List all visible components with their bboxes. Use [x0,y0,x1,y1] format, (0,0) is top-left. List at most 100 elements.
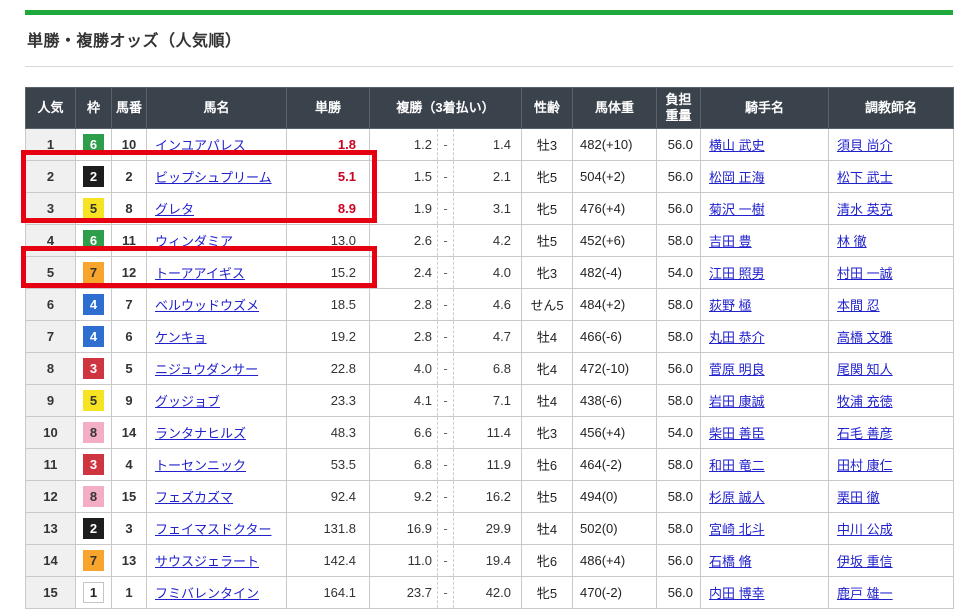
horse-link[interactable]: ビップシュプリーム [155,170,272,185]
frame-cell: 8 [76,481,112,513]
carried-weight: 58.0 [657,513,701,545]
horse-link[interactable]: ケンキョ [155,330,207,345]
horse-name-cell: ウィンダミア [147,225,287,257]
table-row: 4611ウィンダミア13.02.6-4.2牡5452(+6)58.0吉田 豊林 … [26,225,954,257]
trainer-link[interactable]: 村田 一誠 [837,266,893,281]
horse-link[interactable]: ウィンダミア [155,234,233,249]
horse-link[interactable]: インユアパレス [155,138,246,153]
trainer-link[interactable]: 栗田 徹 [837,490,880,505]
horse-weight: 466(-6) [573,321,657,353]
win-odds: 13.0 [287,225,370,257]
place-odds-high: 11.4 [454,417,522,449]
horse-link[interactable]: トーセンニック [155,458,246,473]
place-odds-high: 19.4 [454,545,522,577]
trainer-link[interactable]: 林 徹 [837,234,867,249]
trainer-link[interactable]: 牧浦 充徳 [837,394,893,409]
jockey-link[interactable]: 和田 竜二 [709,458,765,473]
carried-weight: 58.0 [657,481,701,513]
jockey-link[interactable]: 菅原 明良 [709,362,765,377]
jockey-link[interactable]: 石橋 脩 [709,554,752,569]
horse-link[interactable]: グレタ [155,202,194,217]
header-sex-age: 性齢 [522,88,573,129]
horse-link[interactable]: グッジョブ [155,394,220,409]
jockey-link[interactable]: 横山 武史 [709,138,765,153]
trainer-link[interactable]: 須貝 尚介 [837,138,893,153]
jockey-link[interactable]: 杉原 誠人 [709,490,765,505]
jockey-cell: 江田 照男 [701,257,829,289]
jockey-cell: 吉田 豊 [701,225,829,257]
horse-name-cell: インユアパレス [147,129,287,161]
horse-link[interactable]: ニジュウダンサー [155,362,258,377]
place-odds-low: 2.8 [370,289,438,321]
header-place-odds: 複勝（3着払い） [370,88,522,129]
place-odds-high: 4.7 [454,321,522,353]
frame-cell: 6 [76,225,112,257]
carried-weight: 58.0 [657,225,701,257]
jockey-cell: 内田 博幸 [701,577,829,609]
frame-badge: 3 [83,358,104,379]
place-odds-low: 1.9 [370,193,438,225]
trainer-link[interactable]: 尾関 知人 [837,362,893,377]
horse-weight: 484(+2) [573,289,657,321]
horse-link[interactable]: ベルウッドウズメ [155,298,259,313]
horse-weight: 472(-10) [573,353,657,385]
trainer-link[interactable]: 中川 公成 [837,522,893,537]
rank: 2 [26,161,76,193]
trainer-cell: 中川 公成 [829,513,954,545]
trainer-link[interactable]: 本間 忍 [837,298,880,313]
page-title: 単勝・複勝オッズ（人気順） [27,27,953,51]
frame-badge: 6 [83,134,104,155]
jockey-link[interactable]: 松岡 正海 [709,170,765,185]
trainer-link[interactable]: 高橋 文雅 [837,330,893,345]
jockey-link[interactable]: 柴田 善臣 [709,426,765,441]
place-odds-low: 4.0 [370,353,438,385]
horse-link[interactable]: フミバレンタイン [155,586,259,601]
header-win-odds: 単勝 [287,88,370,129]
frame-cell: 7 [76,545,112,577]
horse-number: 6 [112,321,147,353]
horse-link[interactable]: フェイマスドクター [155,522,271,537]
trainer-link[interactable]: 清水 英克 [837,202,893,217]
jockey-link[interactable]: 菊沢 一樹 [709,202,765,217]
trainer-link[interactable]: 伊坂 重信 [837,554,893,569]
jockey-link[interactable]: 荻野 極 [709,298,752,313]
horse-link[interactable]: サウスジェラート [155,554,259,569]
place-odds-dash: - [438,449,454,481]
horse-name-cell: トーアアイギス [147,257,287,289]
horse-link[interactable]: トーアアイギス [155,266,245,281]
jockey-link[interactable]: 吉田 豊 [709,234,752,249]
jockey-link[interactable]: 岩田 康誠 [709,394,765,409]
horse-name-cell: ケンキョ [147,321,287,353]
carried-weight: 56.0 [657,193,701,225]
horse-weight: 438(-6) [573,385,657,417]
win-odds: 53.5 [287,449,370,481]
sex-age: 牝5 [522,161,573,193]
trainer-cell: 須貝 尚介 [829,129,954,161]
jockey-cell: 横山 武史 [701,129,829,161]
trainer-link[interactable]: 田村 康仁 [837,458,893,473]
place-odds-high: 29.9 [454,513,522,545]
trainer-link[interactable]: 石毛 善彦 [837,426,893,441]
jockey-link[interactable]: 宮崎 北斗 [709,522,765,537]
jockey-link[interactable]: 江田 照男 [709,266,765,281]
horse-number: 14 [112,417,147,449]
place-odds-dash: - [438,289,454,321]
trainer-link[interactable]: 鹿戸 雄一 [837,586,893,601]
header-trainer: 調教師名 [829,88,954,129]
rank: 4 [26,225,76,257]
horse-name-cell: フェイマスドクター [147,513,287,545]
carried-weight: 58.0 [657,321,701,353]
frame-badge: 6 [83,230,104,251]
jockey-link[interactable]: 内田 博幸 [709,586,765,601]
rank: 9 [26,385,76,417]
horse-link[interactable]: フェズカズマ [155,490,233,505]
sex-age: 牡4 [522,513,573,545]
trainer-cell: 高橋 文雅 [829,321,954,353]
jockey-link[interactable]: 丸田 恭介 [709,330,765,345]
horse-name-cell: ニジュウダンサー [147,353,287,385]
trainer-link[interactable]: 松下 武士 [837,170,893,185]
horse-number: 7 [112,289,147,321]
horse-weight: 504(+2) [573,161,657,193]
place-odds-high: 6.8 [454,353,522,385]
horse-link[interactable]: ランタナヒルズ [155,426,246,441]
